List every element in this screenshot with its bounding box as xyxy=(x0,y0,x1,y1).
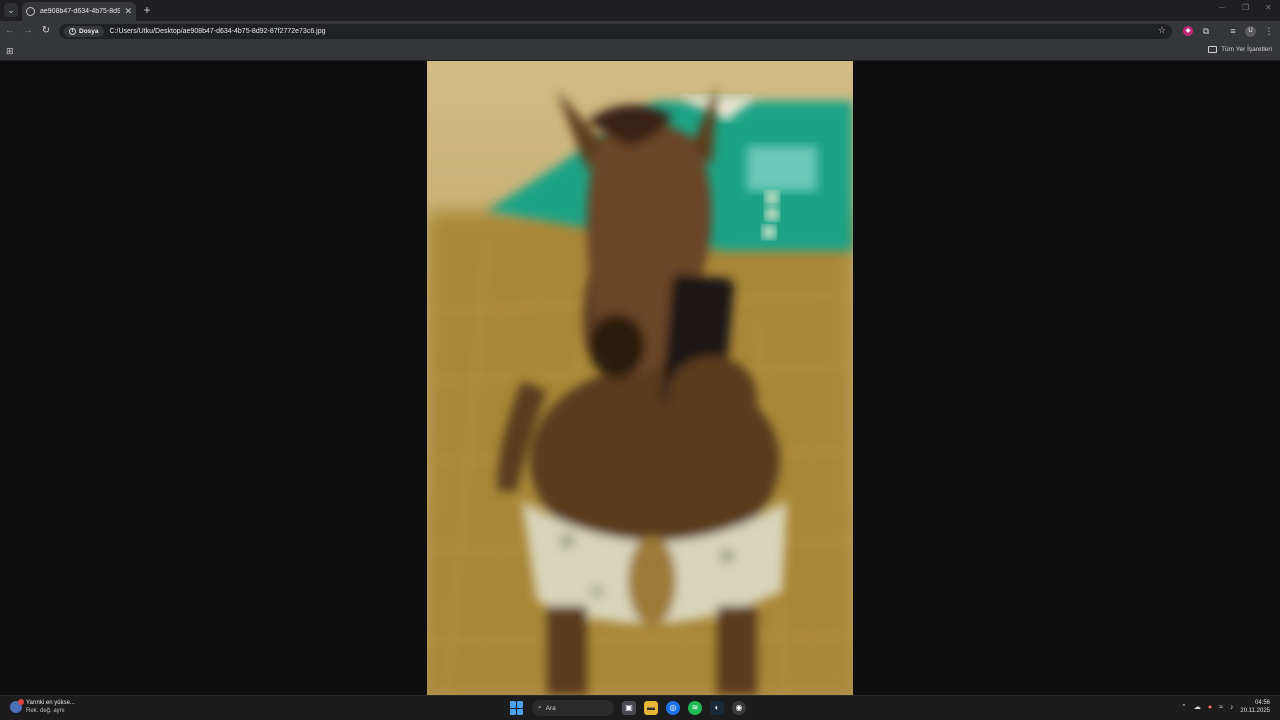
site-info-chip[interactable]: i Dosya xyxy=(64,26,104,37)
wifi-icon[interactable]: ≈ xyxy=(1219,704,1223,711)
task-view-icon[interactable]: ▣ xyxy=(622,701,636,715)
taskbar-search[interactable]: ⌕ Ara xyxy=(532,700,614,716)
search-placeholder: Ara xyxy=(545,704,556,712)
new-tab-button[interactable]: + xyxy=(140,2,154,18)
windows-start-icon[interactable] xyxy=(510,701,524,715)
system-tray: ⌃ ☁ ● ≈ ♪ 04:56 20.11.2025 xyxy=(1181,699,1270,715)
url-text: C:/Users/Utku/Desktop/ae908b47-d634-4b75… xyxy=(109,28,326,35)
weather-text: Yarınki en yükse... Rek. değ. aynı xyxy=(26,699,75,715)
media-controls-icon[interactable]: ≡ xyxy=(1227,25,1239,37)
minimize-icon[interactable]: ─ xyxy=(1219,3,1225,12)
folder-icon xyxy=(1208,46,1218,53)
search-icon: ⌕ xyxy=(538,704,542,711)
chevron-down-icon: ⌄ xyxy=(7,4,15,15)
weather-widget[interactable]: Yarınki en yükse... Rek. değ. aynı xyxy=(10,699,75,715)
weather-icon xyxy=(10,699,24,713)
tab-search-button[interactable]: ⌄ xyxy=(4,3,18,17)
spotify-icon[interactable]: ≋ xyxy=(688,701,702,715)
cloud-icon[interactable]: ☁ xyxy=(1194,703,1201,711)
tab-strip: ⌄ ae908b47-d634-4b75-8d92-87 ✕ + ─ ❐ ✕ xyxy=(0,0,1280,21)
windows-taskbar: Yarınki en yükse... Rek. değ. aynı ⌕ Ara… xyxy=(0,695,1280,720)
bookmark-star-icon[interactable]: ☆ xyxy=(1158,25,1166,36)
image-viewer xyxy=(0,61,1280,695)
chevron-up-icon[interactable]: ⌃ xyxy=(1181,703,1187,711)
profile-avatar[interactable]: U xyxy=(1245,26,1256,37)
tab-title: ae908b47-d634-4b75-8d92-87 xyxy=(40,8,121,15)
close-tab-icon[interactable]: ✕ xyxy=(124,6,132,17)
reload-icon[interactable]: ↻ xyxy=(40,25,52,37)
weather-line-1: Yarınki en yükse... xyxy=(26,700,75,706)
steam-icon[interactable]: ◐ xyxy=(710,701,724,715)
globe-icon xyxy=(26,7,35,16)
clock-date: 20.11.2025 xyxy=(1240,708,1270,714)
file-explorer-icon[interactable]: ▬ xyxy=(644,701,658,715)
forward-icon[interactable]: → xyxy=(22,25,34,37)
bookmarks-bar: ⊞ Tüm Yer İşaretleri xyxy=(0,42,1280,61)
weather-line-2: Rek. değ. aynı xyxy=(26,708,65,714)
back-icon[interactable]: ← xyxy=(4,25,16,37)
displayed-photo xyxy=(427,61,853,695)
scheme-label: Dosya xyxy=(79,28,99,35)
all-bookmarks-button[interactable]: Tüm Yer İşaretleri xyxy=(1208,46,1272,53)
clock-time: 04:56 xyxy=(1254,700,1270,706)
chrome-icon[interactable]: ◎ xyxy=(666,701,680,715)
extension-icon[interactable]: ◆ xyxy=(1183,26,1193,36)
maximize-icon[interactable]: ❐ xyxy=(1242,3,1249,12)
taskbar-apps: ⌕ Ara ▣ ▬ ◎ ≋ ◐ ◉ xyxy=(510,700,746,716)
app-icon-circle[interactable]: ◉ xyxy=(732,701,746,715)
browser-window-chrome: ⌄ ae908b47-d634-4b75-8d92-87 ✕ + ─ ❐ ✕ ←… xyxy=(0,0,1280,61)
apps-grid-icon[interactable]: ⊞ xyxy=(6,46,14,57)
clock[interactable]: 04:56 20.11.2025 xyxy=(1240,699,1270,715)
microphone-icon[interactable]: ● xyxy=(1208,704,1212,711)
window-close-icon[interactable]: ✕ xyxy=(1265,3,1272,12)
extensions-puzzle-icon[interactable]: ⧉ xyxy=(1200,25,1212,37)
address-bar[interactable]: i Dosya C:/Users/Utku/Desktop/ae908b47-d… xyxy=(59,24,1172,39)
photo-horse-in-diaper xyxy=(427,61,853,695)
info-icon: i xyxy=(69,28,76,35)
tab-active[interactable]: ae908b47-d634-4b75-8d92-87 ✕ xyxy=(22,2,136,21)
all-bookmarks-label: Tüm Yer İşaretleri xyxy=(1221,46,1272,53)
menu-kebab-icon[interactable]: ⋮ xyxy=(1263,25,1275,37)
speaker-icon[interactable]: ♪ xyxy=(1230,704,1234,711)
